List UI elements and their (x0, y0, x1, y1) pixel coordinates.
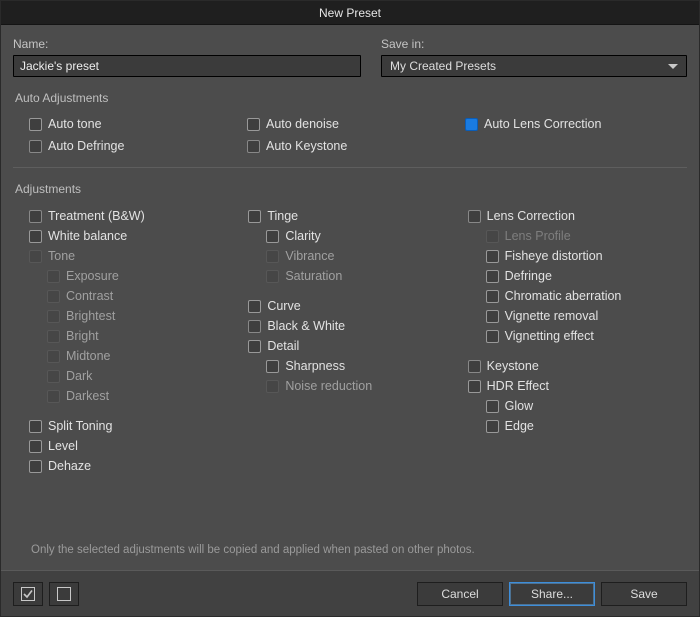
noise-reduction-checkbox[interactable] (266, 380, 279, 393)
sharpness-checkbox[interactable] (266, 360, 279, 373)
auto-tone-label: Auto tone (48, 116, 102, 132)
tinge-checkbox[interactable] (248, 210, 261, 223)
footer: Cancel Share... Save (1, 570, 699, 616)
lens-profile-checkbox[interactable] (486, 230, 499, 243)
dialog-window: New Preset Name: Save in: My Created Pre… (0, 0, 700, 617)
hdr-effect-label: HDR Effect (487, 378, 549, 394)
dehaze-checkbox[interactable] (29, 460, 42, 473)
window-title: New Preset (319, 6, 381, 20)
lens-correction-label: Lens Correction (487, 208, 575, 224)
bright-checkbox[interactable] (47, 330, 60, 343)
exposure-checkbox[interactable] (47, 270, 60, 283)
name-label: Name: (13, 37, 361, 51)
tinge-label: Tinge (267, 208, 298, 224)
clarity-label: Clarity (285, 228, 320, 244)
vignette-removal-checkbox[interactable] (486, 310, 499, 323)
darkest-checkbox[interactable] (47, 390, 60, 403)
brightest-checkbox[interactable] (47, 310, 60, 323)
name-input[interactable] (13, 55, 361, 77)
exposure-label: Exposure (66, 268, 119, 284)
vibrance-checkbox[interactable] (266, 250, 279, 263)
white-balance-checkbox[interactable] (29, 230, 42, 243)
hdr-effect-checkbox[interactable] (468, 380, 481, 393)
cancel-button[interactable]: Cancel (417, 582, 503, 606)
white-balance-label: White balance (48, 228, 127, 244)
glow-checkbox[interactable] (486, 400, 499, 413)
level-checkbox[interactable] (29, 440, 42, 453)
lens-profile-label: Lens Profile (505, 228, 571, 244)
treatment-bw-checkbox[interactable] (29, 210, 42, 223)
split-toning-label: Split Toning (48, 418, 112, 434)
split-toning-checkbox[interactable] (29, 420, 42, 433)
auto-denoise-checkbox[interactable] (247, 118, 260, 131)
chevron-down-icon (668, 64, 678, 69)
vignetting-effect-checkbox[interactable] (486, 330, 499, 343)
bright-label: Bright (66, 328, 99, 344)
chromatic-aberration-label: Chromatic aberration (505, 288, 622, 304)
brightest-label: Brightest (66, 308, 115, 324)
auto-keystone-checkbox[interactable] (247, 140, 260, 153)
titlebar: New Preset (1, 1, 699, 25)
uncheck-all-button[interactable] (49, 582, 79, 606)
defringe-checkbox[interactable] (486, 270, 499, 283)
contrast-label: Contrast (66, 288, 113, 304)
section-auto-adjustments: Auto Adjustments (13, 77, 687, 113)
tone-label: Tone (48, 248, 75, 264)
section-adjustments: Adjustments (13, 168, 687, 204)
auto-denoise-label: Auto denoise (266, 116, 339, 132)
vibrance-label: Vibrance (285, 248, 334, 264)
check-all-button[interactable] (13, 582, 43, 606)
share-button[interactable]: Share... (509, 582, 595, 606)
auto-tone-checkbox[interactable] (29, 118, 42, 131)
tone-checkbox[interactable] (29, 250, 42, 263)
savein-selected: My Created Presets (390, 59, 496, 73)
sharpness-label: Sharpness (285, 358, 345, 374)
detail-checkbox[interactable] (248, 340, 261, 353)
auto-lens-correction-label: Auto Lens Correction (484, 116, 601, 132)
curve-label: Curve (267, 298, 300, 314)
black-white-label: Black & White (267, 318, 345, 334)
midtone-checkbox[interactable] (47, 350, 60, 363)
save-button[interactable]: Save (601, 582, 687, 606)
noise-reduction-label: Noise reduction (285, 378, 372, 394)
darkest-label: Darkest (66, 388, 109, 404)
vignette-removal-label: Vignette removal (505, 308, 599, 324)
lens-correction-checkbox[interactable] (468, 210, 481, 223)
keystone-checkbox[interactable] (468, 360, 481, 373)
black-white-checkbox[interactable] (248, 320, 261, 333)
auto-defringe-label: Auto Defringe (48, 138, 124, 154)
detail-label: Detail (267, 338, 299, 354)
level-label: Level (48, 438, 78, 454)
saturation-label: Saturation (285, 268, 342, 284)
curve-checkbox[interactable] (248, 300, 261, 313)
auto-defringe-checkbox[interactable] (29, 140, 42, 153)
fisheye-distortion-label: Fisheye distortion (505, 248, 603, 264)
vignetting-effect-label: Vignetting effect (505, 328, 594, 344)
footnote: Only the selected adjustments will be co… (13, 536, 475, 556)
chromatic-aberration-checkbox[interactable] (486, 290, 499, 303)
dehaze-label: Dehaze (48, 458, 91, 474)
savein-dropdown[interactable]: My Created Presets (381, 55, 687, 77)
keystone-label: Keystone (487, 358, 539, 374)
dark-checkbox[interactable] (47, 370, 60, 383)
dialog-body: Name: Save in: My Created Presets Auto A… (1, 25, 699, 570)
saturation-checkbox[interactable] (266, 270, 279, 283)
edge-label: Edge (505, 418, 534, 434)
dark-label: Dark (66, 368, 92, 384)
edge-checkbox[interactable] (486, 420, 499, 433)
midtone-label: Midtone (66, 348, 110, 364)
savein-label: Save in: (381, 37, 687, 51)
fisheye-distortion-checkbox[interactable] (486, 250, 499, 263)
defringe-label: Defringe (505, 268, 552, 284)
glow-label: Glow (505, 398, 533, 414)
auto-lens-correction-checkbox[interactable] (465, 118, 478, 131)
treatment-bw-label: Treatment (B&W) (48, 208, 145, 224)
contrast-checkbox[interactable] (47, 290, 60, 303)
auto-keystone-label: Auto Keystone (266, 138, 347, 154)
clarity-checkbox[interactable] (266, 230, 279, 243)
